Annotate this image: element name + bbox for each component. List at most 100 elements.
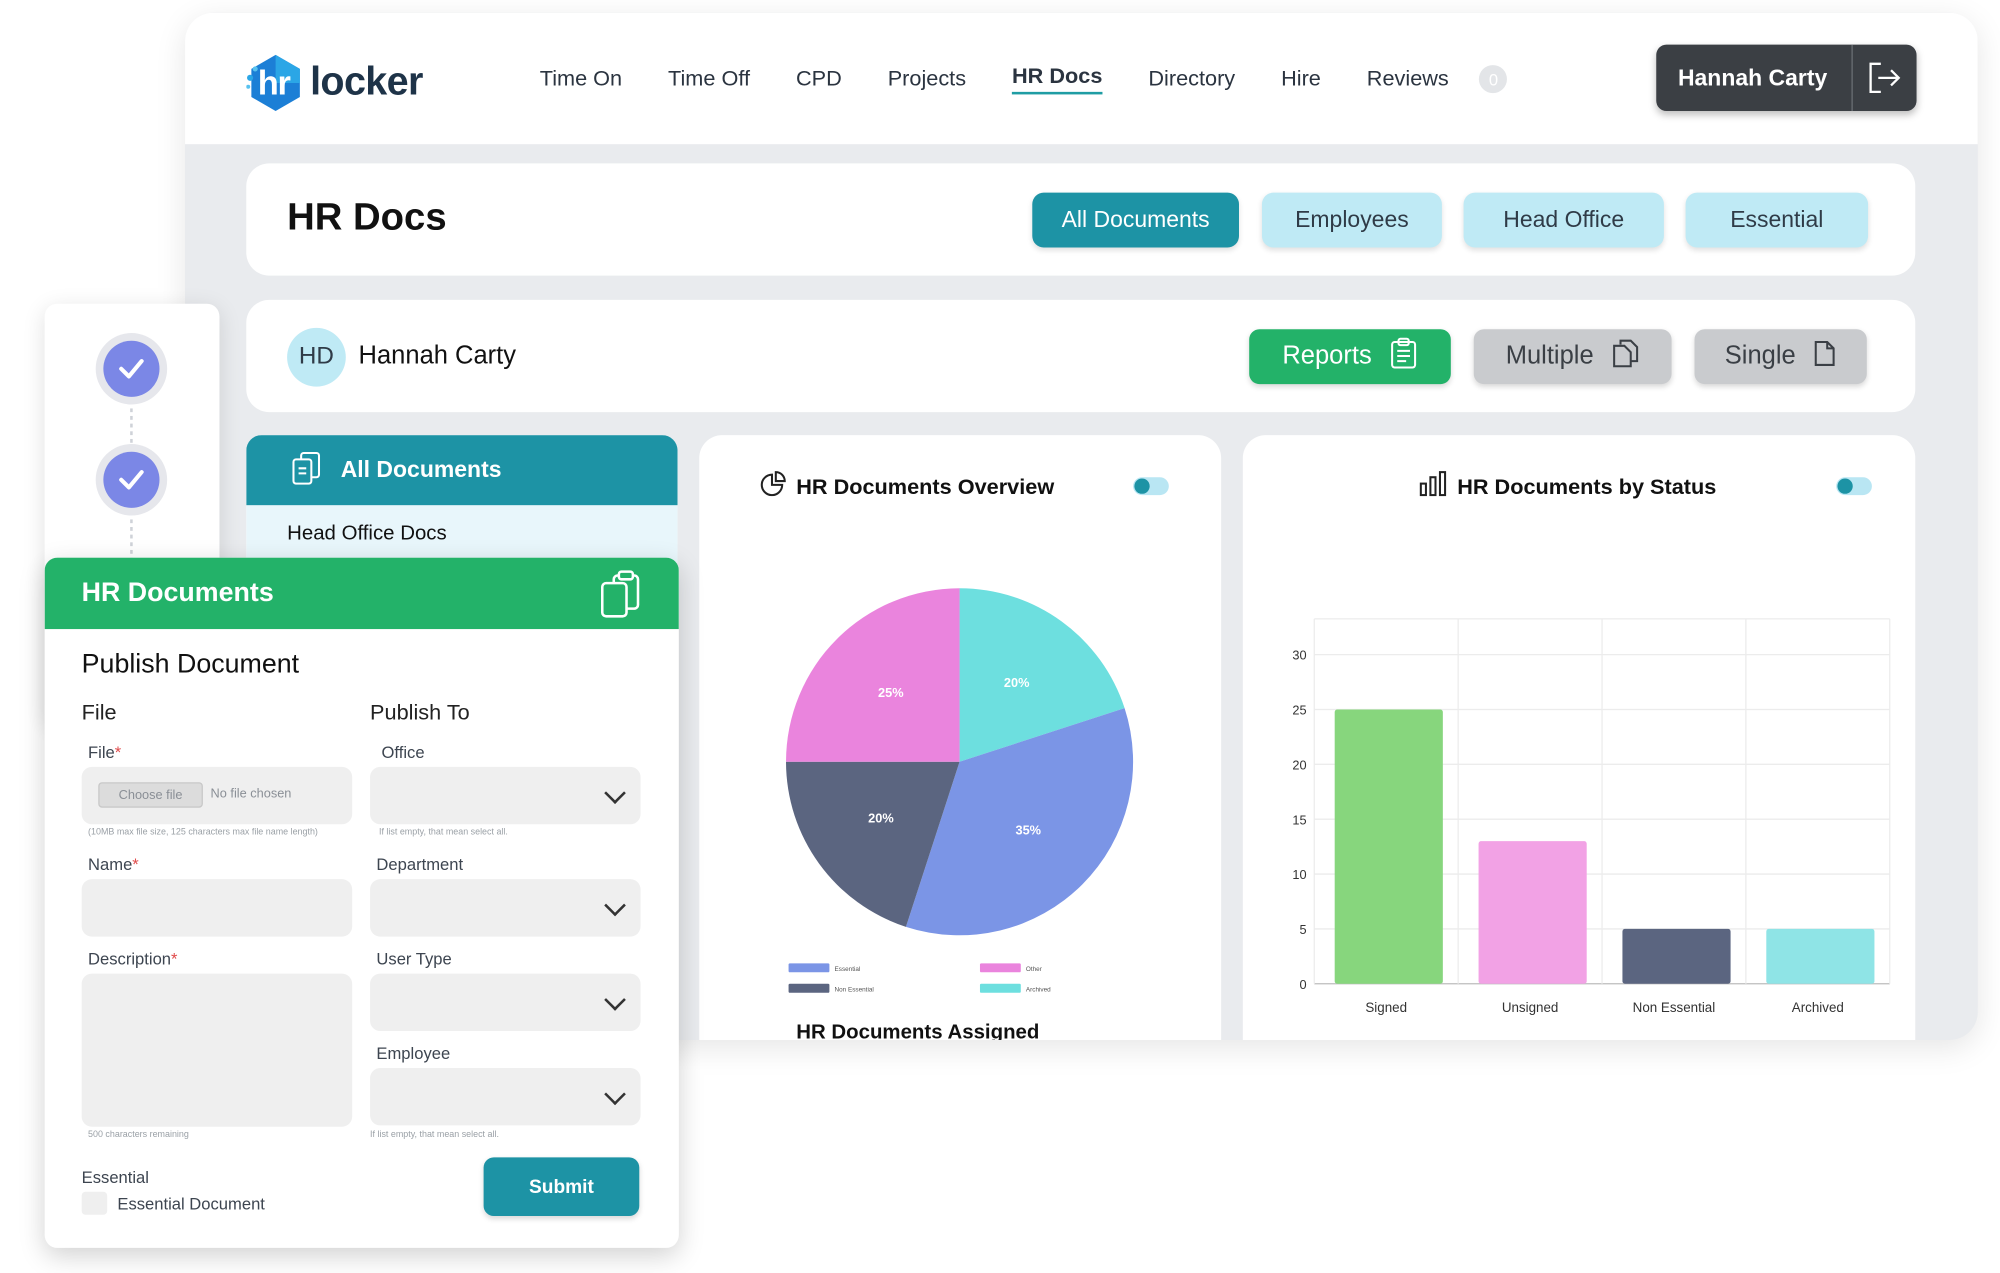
section-publish-to: Publish To <box>370 700 470 725</box>
user-type-select[interactable] <box>370 973 641 1032</box>
x-tick-label: Non Essential <box>1633 1000 1716 1015</box>
hrlocker-logo[interactable]: hr locker <box>246 48 423 114</box>
department-label: Department <box>376 854 464 875</box>
chevron-down-icon <box>604 1082 626 1105</box>
y-tick-label: 5 <box>1300 922 1307 937</box>
department-select[interactable] <box>370 879 641 937</box>
file-icon <box>1814 339 1837 375</box>
menu-head-label: All Documents <box>340 456 502 483</box>
filter-head-office[interactable]: Head Office <box>1463 192 1664 248</box>
clipboard-icon <box>1390 336 1418 377</box>
file-hint: (10MB max file size, 125 characters max … <box>88 828 318 838</box>
essential-checkbox-label: Essential Document <box>117 1194 265 1214</box>
legend-label: Archived <box>1026 986 1051 993</box>
filter-employees[interactable]: Employees <box>1261 192 1442 248</box>
filter-all-documents[interactable]: All Documents <box>1032 192 1239 248</box>
form-header-title: HR Documents <box>81 578 274 608</box>
employee-select[interactable] <box>370 1068 641 1126</box>
reports-label: Reports <box>1282 341 1372 371</box>
employee-hint: If list empty, that mean select all. <box>370 1130 499 1140</box>
single-button[interactable]: Single <box>1694 329 1867 385</box>
description-field[interactable] <box>81 973 353 1127</box>
description-hint: 500 characters remaining <box>88 1130 189 1140</box>
overview-chart-title: HR Documents Overview <box>760 471 1054 503</box>
legend-swatch <box>979 983 1021 993</box>
copy-files-icon <box>1612 338 1640 376</box>
bar[interactable] <box>1622 928 1731 984</box>
logout-icon[interactable] <box>1853 59 1917 97</box>
reports-button[interactable]: Reports <box>1249 329 1451 385</box>
choose-file-button[interactable]: Choose file <box>98 782 203 808</box>
user-type-label: User Type <box>376 949 452 969</box>
file-input[interactable]: Choose file No file chosen <box>81 766 353 825</box>
filter-essential[interactable]: Essential <box>1685 192 1869 248</box>
y-tick-label: 10 <box>1292 867 1306 882</box>
pie-chart: 20% 35% 20% 25% Essential Other Non Essential A… <box>786 588 1134 993</box>
legend-swatch <box>788 983 830 993</box>
form-title: Publish Document <box>81 649 300 679</box>
bar[interactable] <box>1766 928 1875 984</box>
top-navbar: hr locker Time On Time Off CPD Projects … <box>185 12 1978 145</box>
nav-item-cpd[interactable]: CPD <box>796 66 842 92</box>
logo-prefix: hr <box>257 63 291 103</box>
pie-chart-icon <box>760 471 786 503</box>
status-toggle[interactable] <box>1836 477 1872 496</box>
page-header-card: HR Docs All Documents Employees Head Off… <box>246 163 1916 276</box>
logo-hexagon-icon: hr <box>246 52 305 112</box>
chevron-down-icon <box>604 988 626 1011</box>
user-name-label: Hannah Carty <box>358 341 517 371</box>
avatar: HD <box>287 327 346 387</box>
multiple-button[interactable]: Multiple <box>1473 329 1672 385</box>
essential-checkbox[interactable] <box>81 1191 108 1215</box>
file-label: File* <box>88 742 122 762</box>
step-1-complete[interactable] <box>95 333 168 405</box>
notification-badge[interactable]: 0 <box>1479 65 1508 94</box>
chevron-down-icon <box>604 781 626 804</box>
employee-label: Employee <box>376 1043 451 1063</box>
y-tick-label: 30 <box>1292 648 1306 663</box>
step-connector <box>130 519 133 561</box>
y-tick-label: 0 <box>1300 977 1307 992</box>
nav-item-time-off[interactable]: Time Off <box>668 66 750 92</box>
pie-slice[interactable] <box>786 588 960 762</box>
x-tick-label: Signed <box>1365 1000 1407 1015</box>
assigned-chart-title: HR Documents Assigned <box>796 1022 1040 1040</box>
menu-item-all-documents[interactable]: All Documents <box>246 435 678 506</box>
nav-item-hr-docs[interactable]: HR Docs <box>1012 64 1103 95</box>
status-chart-card: HR Documents by Status 0 5 10 15 20 25 30 Signe… <box>1242 435 1916 1040</box>
user-menu-button[interactable]: Hannah Carty <box>1656 44 1917 112</box>
overview-toggle[interactable] <box>1133 477 1169 496</box>
nav-item-directory[interactable]: Directory <box>1148 66 1235 92</box>
description-label: Description* <box>88 949 178 969</box>
no-file-text: No file chosen <box>210 787 292 802</box>
office-label: Office <box>381 742 425 762</box>
form-header: HR Documents <box>44 557 679 630</box>
bar[interactable] <box>1334 709 1443 984</box>
legend-label: Non Essential <box>835 986 874 993</box>
x-tick-label: Unsigned <box>1502 1000 1559 1015</box>
menu-item-head-office-docs[interactable]: Head Office Docs <box>246 505 678 563</box>
publish-document-form: HR Documents Publish Document File Publi… <box>44 557 679 1248</box>
check-icon <box>103 451 160 508</box>
pie-slice-label: 20% <box>868 811 894 826</box>
bar[interactable] <box>1478 841 1587 984</box>
page-title: HR Docs <box>287 196 447 239</box>
office-select[interactable] <box>370 766 641 825</box>
nav-item-time-on[interactable]: Time On <box>540 66 622 92</box>
nav-item-projects[interactable]: Projects <box>888 66 966 92</box>
nav-item-hire[interactable]: Hire <box>1281 66 1321 92</box>
name-field[interactable] <box>81 879 353 937</box>
y-tick-label: 15 <box>1292 812 1306 827</box>
bar-chart-icon <box>1419 471 1447 503</box>
status-chart-title: HR Documents by Status <box>1419 471 1716 503</box>
section-file: File <box>81 700 117 725</box>
overview-chart-card: HR Documents Overview 20% 35% 20% 25% Essent… <box>699 435 1222 1040</box>
name-label: Name* <box>88 854 139 875</box>
main-nav: Time On Time Off CPD Projects HR Docs Di… <box>540 64 1508 95</box>
legend-swatch <box>979 963 1021 973</box>
submit-button[interactable]: Submit <box>483 1157 640 1217</box>
legend-swatch <box>788 963 830 973</box>
legend-label: Essential <box>835 966 861 973</box>
nav-item-reviews[interactable]: Reviews <box>1367 66 1449 92</box>
step-2-complete[interactable] <box>95 444 168 516</box>
